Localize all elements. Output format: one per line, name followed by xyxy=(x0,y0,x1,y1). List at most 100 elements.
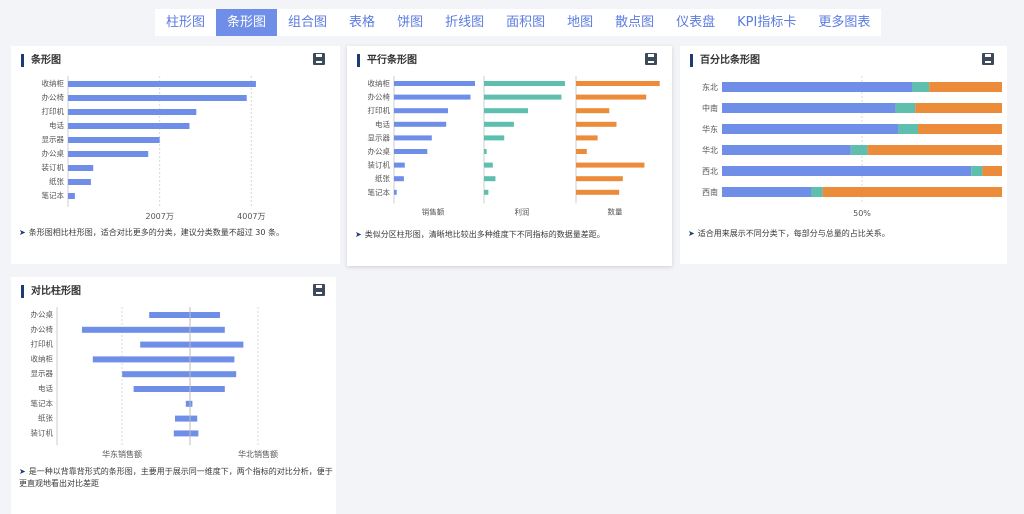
category-label: 笔记本 xyxy=(42,190,65,200)
bar-segment xyxy=(898,124,918,134)
bar-segment xyxy=(895,103,916,113)
bar xyxy=(484,189,489,195)
category-label: 东北 xyxy=(702,82,718,92)
bar xyxy=(175,415,198,422)
tick-label: 2007万 xyxy=(145,212,173,221)
bar xyxy=(484,162,493,168)
bar-segment xyxy=(918,124,1002,134)
arrow-icon: ➤ xyxy=(19,467,26,476)
category-label: 中南 xyxy=(702,103,718,113)
bar-segment xyxy=(722,124,899,134)
bar xyxy=(394,94,471,100)
category-label: 华北 xyxy=(702,145,718,155)
card-description: ➤ 类似分区柱形图，清晰地比较出多种维度下不同指标的数据量差距。 xyxy=(355,229,665,241)
category-label: 收纳柜 xyxy=(368,78,391,88)
description-text: 是一种以背靠背形式的条形图，主要用于展示同一维度下，两个指标的对比分析，便于更直… xyxy=(19,467,333,488)
tab-0[interactable]: 柱形图 xyxy=(155,9,216,36)
tab-6[interactable]: 面积图 xyxy=(495,9,556,36)
bar xyxy=(394,81,475,86)
bar xyxy=(394,108,448,114)
bar-segment xyxy=(722,145,851,155)
save-icon[interactable] xyxy=(313,284,325,296)
chart-type-tabs: 柱形图 条形图 组合图 表格 饼图 折线图 面积图 地图 散点图 仪表盘 KPI指标卡 更多图表 xyxy=(155,9,882,36)
category-label: 打印机 xyxy=(42,106,65,116)
bar-segment xyxy=(915,103,1002,113)
category-label: 纸张 xyxy=(38,413,53,423)
category-label: 显示器 xyxy=(42,135,65,144)
tab-4[interactable]: 饼图 xyxy=(386,9,434,36)
category-label: 办公桌 xyxy=(31,309,54,319)
tab-5[interactable]: 折线图 xyxy=(434,9,495,36)
bar xyxy=(576,189,620,195)
category-label: 华东 xyxy=(702,124,718,134)
percent-bar-chart-card: 百分比条形图 50% 东北 中南 华东 华北 西北 西南 ➤ 适合用来展示不同分类下，每部分与… xyxy=(680,46,1007,264)
save-icon[interactable] xyxy=(645,53,657,65)
bar-segment xyxy=(722,82,913,92)
category-label: 办公桌 xyxy=(368,146,391,156)
bar xyxy=(68,95,247,101)
description-text: 条形图相比柱形图，适合对比更多的分类，建议分类数量不超过 30 条。 xyxy=(28,228,284,237)
bar xyxy=(133,386,225,392)
tab-9[interactable]: 仪表盘 xyxy=(665,9,726,36)
category-label: 电话 xyxy=(375,119,390,129)
category-label: 西北 xyxy=(702,167,718,176)
tick-label: 50% xyxy=(853,209,871,218)
tab-3[interactable]: 表格 xyxy=(338,9,386,36)
bar xyxy=(68,193,75,199)
bar xyxy=(68,179,91,185)
category-label: 电话 xyxy=(38,383,53,393)
bar xyxy=(394,149,428,154)
bar-segment xyxy=(822,187,1002,197)
bar xyxy=(484,149,487,154)
tab-8[interactable]: 散点图 xyxy=(604,9,665,36)
tab-2[interactable]: 组合图 xyxy=(277,9,338,36)
bar xyxy=(68,109,197,115)
save-icon[interactable] xyxy=(982,53,994,65)
bar xyxy=(394,121,447,127)
bar xyxy=(394,162,405,168)
tab-10[interactable]: KPI指标卡 xyxy=(726,9,807,36)
bar xyxy=(576,176,623,182)
category-label: 装订机 xyxy=(368,160,391,170)
category-label: 收纳柜 xyxy=(42,78,65,88)
category-label: 办公椅 xyxy=(31,324,54,334)
bar xyxy=(68,123,190,129)
save-icon[interactable] xyxy=(313,53,325,65)
bar xyxy=(484,135,505,141)
bar xyxy=(82,326,225,333)
tab-1[interactable]: 条形图 xyxy=(216,9,278,36)
bar xyxy=(576,94,647,100)
bar xyxy=(576,108,610,114)
category-label: 办公桌 xyxy=(42,148,65,158)
panel-label: 销售额 xyxy=(422,206,445,216)
bar-segment xyxy=(850,145,868,155)
category-label: 装订机 xyxy=(42,162,65,172)
bar xyxy=(484,176,496,182)
description-text: 类似分区柱形图，清晰地比较出多种维度下不同指标的数据量差距。 xyxy=(364,230,605,239)
category-label: 显示器 xyxy=(31,369,54,378)
bar-segment xyxy=(811,187,823,197)
category-label: 西南 xyxy=(702,187,718,197)
bar xyxy=(484,108,528,114)
bar-segment xyxy=(722,103,896,113)
description-text: 适合用来展示不同分类下，每部分与总量的占比关系。 xyxy=(697,229,890,238)
arrow-icon: ➤ xyxy=(355,230,362,239)
tab-7[interactable]: 地图 xyxy=(556,9,604,36)
bar xyxy=(140,341,244,348)
series-label: 华东销售额 xyxy=(102,449,142,459)
bar xyxy=(576,121,617,127)
bar-segment xyxy=(929,82,1002,92)
category-label: 收纳柜 xyxy=(31,353,54,363)
bar-chart-card: 条形图 2007万 4007万 收纳柜 办公椅 打印机 电话 显示器 办公桌 装订机 纸张 笔记本 … xyxy=(11,46,340,264)
contrast-bar-chart: 办公桌办公椅打印机收纳柜显示器电话笔记本纸张装订机华东销售额 华北销售额 xyxy=(31,307,278,459)
panel-label: 利润 xyxy=(515,206,530,216)
category-label: 纸张 xyxy=(375,173,390,183)
bar xyxy=(68,165,94,171)
bar xyxy=(394,135,432,141)
card-description: ➤ 适合用来展示不同分类下，每部分与总量的占比关系。 xyxy=(688,228,998,240)
bar xyxy=(149,312,220,318)
category-label: 显示器 xyxy=(368,133,391,142)
panel-label: 数量 xyxy=(608,206,623,216)
bar xyxy=(92,356,235,363)
tab-11[interactable]: 更多图表 xyxy=(807,9,881,36)
